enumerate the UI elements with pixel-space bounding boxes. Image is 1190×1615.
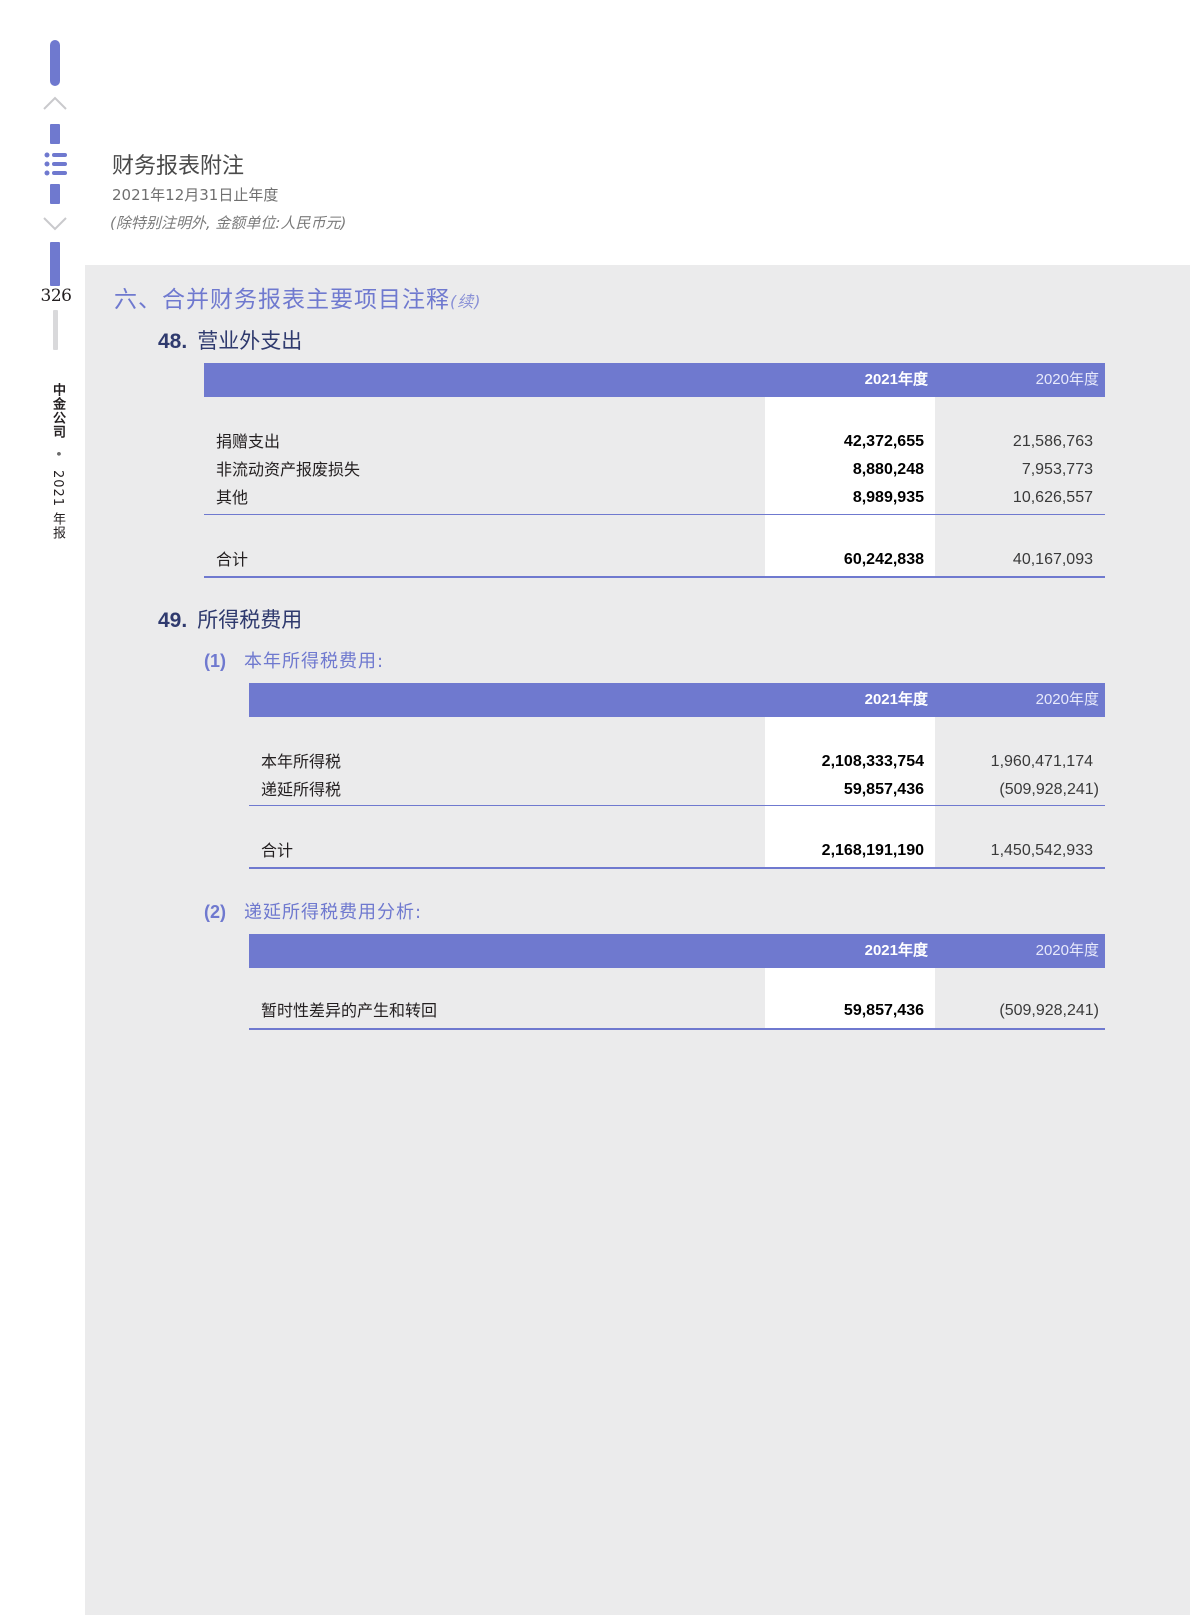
table-row: 捐赠支出 42,372,655 21,586,763 <box>204 429 1105 455</box>
note-number: 49. <box>158 609 188 632</box>
nav-bar-segment <box>50 40 60 86</box>
note-48-heading: 48. 营业外支出 <box>158 325 302 355</box>
table-header: 2021年度 2020年度 <box>249 934 1105 968</box>
value-2021: 60,242,838 <box>843 551 924 568</box>
column-header-2020: 2020年度 <box>1035 691 1099 708</box>
value-2021: 42,372,655 <box>843 433 924 450</box>
value-2020: 40,167,093 <box>1012 551 1093 568</box>
column-header-2021: 2021年度 <box>864 691 928 708</box>
note-49-1-heading: (1) 本年所得税费用: <box>204 647 384 673</box>
note-49-heading: 49. 所得税费用 <box>158 604 302 634</box>
note-number: 48. <box>158 330 188 353</box>
income-tax-expense-table: 2021年度 2020年度 本年所得税 2,108,333,754 1,960,… <box>249 683 1105 869</box>
row-label: 其他 <box>216 488 249 507</box>
unit-note: (除特别注明外, 金额单位:人民币元) <box>110 214 347 232</box>
row-label: 捐赠支出 <box>216 432 281 451</box>
value-2020: 7,953,773 <box>1021 461 1093 478</box>
row-label: 暂时性差异的产生和转回 <box>261 1001 438 1020</box>
column-header-2021: 2021年度 <box>864 371 928 388</box>
note-49-2-heading: (2) 递延所得税费用分析: <box>204 898 422 924</box>
note-title: 所得税费用 <box>197 608 303 632</box>
chevron-down-icon[interactable] <box>41 214 69 234</box>
note-title: 营业外支出 <box>197 329 303 353</box>
total-rule <box>249 867 1105 869</box>
section-title: 六、合并财务报表主要项目注释(续) <box>114 280 482 314</box>
sub-number: (1) <box>204 651 226 671</box>
total-row: 合计 2,168,191,190 1,450,542,933 <box>249 838 1105 864</box>
table-row: 暂时性差异的产生和转回 59,857,436 (509,928,241) <box>249 998 1105 1024</box>
nav-bar-segment <box>50 184 60 204</box>
column-header-2021: 2021年度 <box>864 942 928 959</box>
subtotal-rule <box>249 805 1105 806</box>
table-row: 本年所得税 2,108,333,754 1,960,471,174 <box>249 749 1105 775</box>
row-label: 合计 <box>216 550 249 569</box>
table-row: 递延所得税 59,857,436 (509,928,241) <box>249 777 1105 803</box>
sub-title: 递延所得税费用分析: <box>244 902 423 923</box>
column-header-2020: 2020年度 <box>1035 371 1099 388</box>
table-row: 非流动资产报废损失 8,880,248 7,953,773 <box>204 457 1105 483</box>
nav-bar-segment <box>50 242 60 286</box>
table-row: 其他 8,989,935 10,626,557 <box>204 485 1105 511</box>
page-title: 财务报表附注 <box>112 154 245 179</box>
row-label: 本年所得税 <box>261 752 342 771</box>
non-operating-expenses-table: 2021年度 2020年度 捐赠支出 42,372,655 21,586,763… <box>204 363 1105 578</box>
table-header: 2021年度 2020年度 <box>249 683 1105 717</box>
page-number: 326 <box>40 286 72 306</box>
sub-title: 本年所得税费用: <box>244 651 385 672</box>
menu-list-icon[interactable] <box>41 150 69 178</box>
value-2021: 8,989,935 <box>852 489 924 506</box>
total-row: 合计 60,242,838 40,167,093 <box>204 547 1105 573</box>
value-2021: 59,857,436 <box>843 781 924 798</box>
separator-dot: • <box>50 450 65 459</box>
row-label: 递延所得税 <box>261 780 342 799</box>
value-2021: 2,168,191,190 <box>821 842 924 859</box>
value-2021: 2,108,333,754 <box>821 753 924 770</box>
section-title-text: 六、合并财务报表主要项目注释 <box>114 287 450 313</box>
table-header: 2021年度 2020年度 <box>204 363 1105 397</box>
nav-bar-segment <box>50 124 60 144</box>
value-2021: 59,857,436 <box>843 1002 924 1019</box>
column-header-2020: 2020年度 <box>1035 942 1099 959</box>
value-2020: 1,960,471,174 <box>990 753 1093 770</box>
deferred-tax-analysis-table: 2021年度 2020年度 暂时性差异的产生和转回 59,857,436 (50… <box>249 934 1105 1030</box>
value-2020: (509,928,241) <box>999 781 1099 798</box>
company-name: 中金公司 <box>50 383 65 439</box>
value-2020: (509,928,241) <box>999 1002 1099 1019</box>
total-rule <box>204 576 1105 578</box>
row-label: 非流动资产报废损失 <box>216 460 361 479</box>
subtotal-rule <box>204 514 1105 515</box>
continued-label: (续) <box>450 292 482 311</box>
nav-bar-segment <box>53 310 58 350</box>
value-2020: 21,586,763 <box>1012 433 1093 450</box>
period-label: 2021年12月31日止年度 <box>112 186 279 204</box>
report-year: 2021 年报 <box>50 469 65 541</box>
chevron-up-icon[interactable] <box>41 93 69 113</box>
total-rule <box>249 1028 1105 1030</box>
value-2021: 8,880,248 <box>852 461 924 478</box>
row-label: 合计 <box>261 841 294 860</box>
value-2020: 1,450,542,933 <box>990 842 1093 859</box>
value-2020: 10,626,557 <box>1012 489 1093 506</box>
side-navigation: 326 中金公司 • 2021 年报 <box>0 0 84 1615</box>
sub-number: (2) <box>204 902 226 922</box>
report-label: 中金公司 • 2021 年报 <box>48 383 67 540</box>
